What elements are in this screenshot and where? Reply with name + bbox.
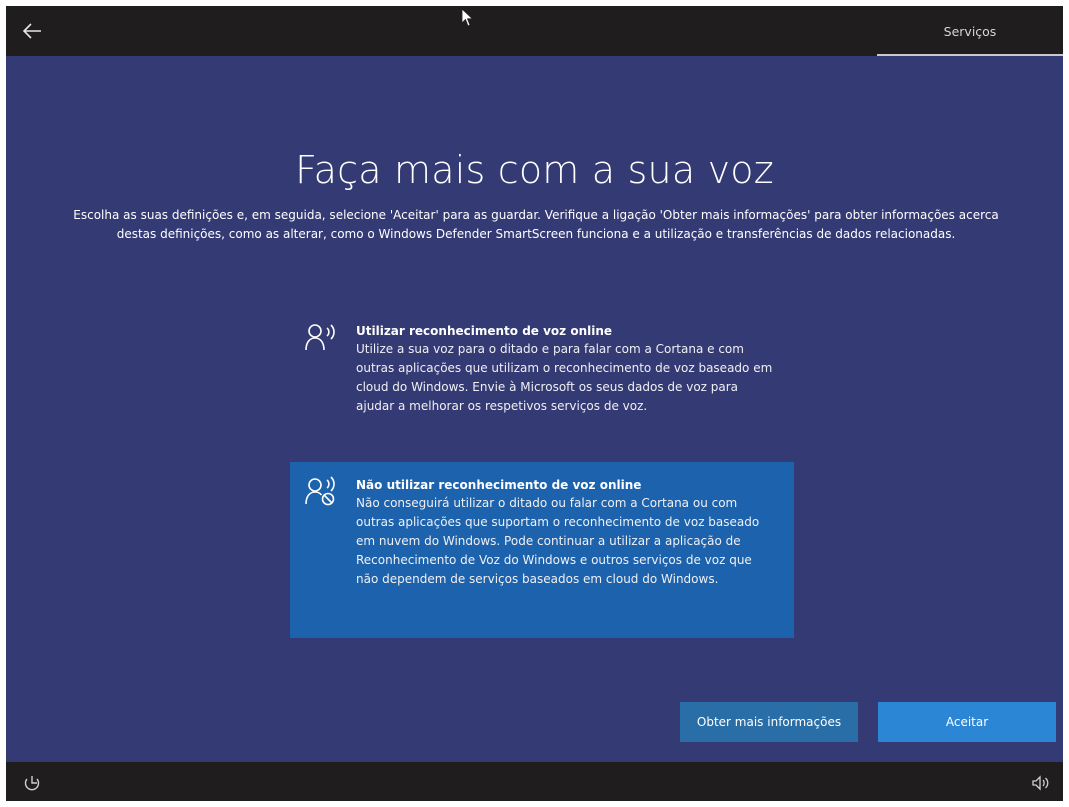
option-use-online-speech[interactable]: Utilizar reconhecimento de voz online Ut… bbox=[290, 308, 794, 448]
mouse-pointer-icon bbox=[461, 8, 474, 27]
arrow-left-icon bbox=[22, 23, 41, 39]
tab-services-label: Serviços bbox=[943, 23, 997, 39]
bottom-bar bbox=[6, 762, 1063, 801]
more-info-label: Obter mais informações bbox=[696, 715, 842, 729]
option-description: Utilize a sua voz para o ditado e para f… bbox=[356, 342, 773, 413]
page-title: Faça mais com a sua voz bbox=[295, 148, 774, 192]
option-no-online-speech[interactable]: Não utilizar reconhecimento de voz onlin… bbox=[290, 462, 794, 638]
option-title: Não utilizar reconhecimento de voz onlin… bbox=[356, 478, 642, 492]
option-title: Utilizar reconhecimento de voz online bbox=[356, 324, 613, 338]
ease-of-access-icon[interactable] bbox=[22, 774, 42, 792]
accept-label: Aceitar bbox=[945, 715, 989, 729]
speech-person-icon bbox=[305, 324, 335, 351]
tab-services[interactable]: Serviços bbox=[877, 6, 1063, 56]
accept-button[interactable]: Aceitar bbox=[878, 702, 1056, 742]
more-info-button[interactable]: Obter mais informações bbox=[680, 702, 858, 742]
top-bar: Serviços bbox=[6, 6, 1063, 56]
page-description: Escolha as suas definições e, em seguida… bbox=[73, 208, 999, 241]
oobe-screen: Serviços Faça mais com a sua voz Escolha… bbox=[6, 6, 1063, 801]
option-description: Não conseguirá utilizar o ditado ou fala… bbox=[356, 496, 760, 586]
main-content: Faça mais com a sua voz Escolha as suas … bbox=[6, 56, 1063, 762]
back-button[interactable] bbox=[14, 16, 50, 46]
speech-person-blocked-icon bbox=[305, 476, 335, 506]
volume-icon[interactable] bbox=[1031, 774, 1051, 792]
